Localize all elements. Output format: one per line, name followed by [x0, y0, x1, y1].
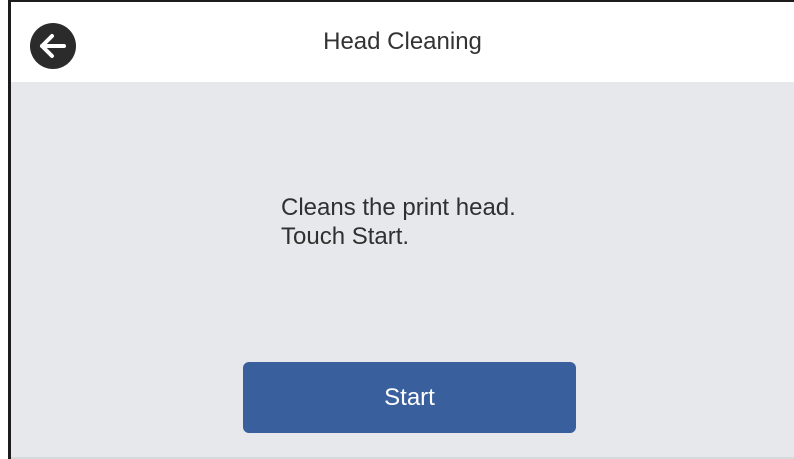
- printer-panel-screen: Head Cleaning Cleans the print head. Tou…: [0, 0, 794, 459]
- instruction-message: Cleans the print head. Touch Start.: [281, 193, 516, 251]
- start-button[interactable]: Start: [243, 362, 576, 433]
- instruction-line-1: Cleans the print head.: [281, 194, 516, 221]
- content-area: Cleans the print head. Touch Start. Star…: [11, 82, 794, 457]
- instruction-line-2: Touch Start.: [281, 223, 410, 250]
- header-bar: Head Cleaning: [11, 2, 794, 82]
- back-button[interactable]: [30, 23, 76, 69]
- page-title: Head Cleaning: [323, 28, 482, 55]
- arrow-left-icon: [40, 34, 66, 58]
